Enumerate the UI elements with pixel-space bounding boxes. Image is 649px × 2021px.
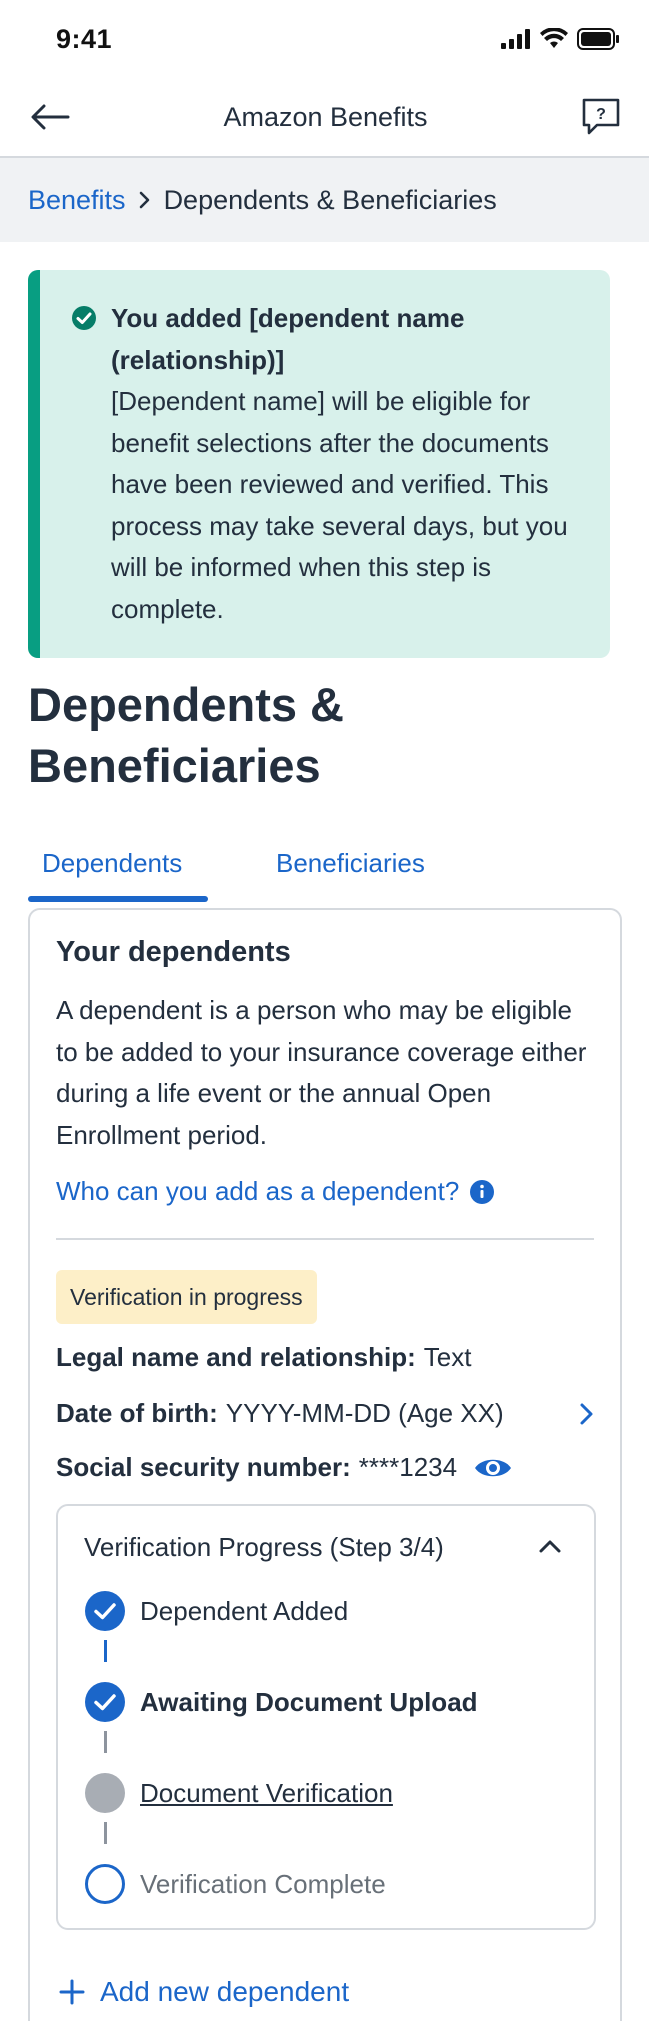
card-title: Your dependents — [56, 936, 291, 968]
chevron-right-icon[interactable] — [576, 1401, 596, 1427]
step-label: Awaiting Document Upload — [140, 1686, 478, 1717]
status-time: 9:41 — [56, 23, 113, 54]
divider — [56, 1238, 594, 1240]
step-dependent-added: Dependent Added — [84, 1590, 348, 1632]
step-connector — [104, 1640, 107, 1662]
name-label: Legal name and relationship: — [56, 1342, 416, 1372]
check-circle-icon — [85, 1682, 125, 1722]
tab-dependents[interactable]: Dependents — [28, 838, 208, 902]
plus-icon — [59, 1979, 85, 2005]
step-connector — [104, 1822, 107, 1844]
step-label: Document Verification — [140, 1777, 393, 1808]
name-field: Legal name and relationship: Text — [56, 1342, 471, 1373]
arrow-left-icon — [31, 104, 70, 130]
status-bar: 9:41 — [0, 0, 649, 78]
current-step-icon — [85, 1773, 125, 1813]
add-dependent-label: Add new dependent — [100, 1976, 350, 2007]
step-connector — [104, 1731, 107, 1753]
breadcrumb-benefits-link[interactable]: Benefits — [28, 185, 126, 216]
success-alert: You added [dependent name (relationship)… — [28, 270, 610, 658]
page-title: Dependents & Beneficiaries — [28, 678, 344, 792]
step-label: Dependent Added — [140, 1595, 349, 1626]
info-icon — [470, 1179, 495, 1204]
wifi-icon — [540, 28, 568, 48]
dob-value: YYYY-MM-DD (Age XX) — [225, 1398, 504, 1428]
question-chat-icon: ? — [582, 98, 620, 135]
tab-beneficiaries[interactable]: Beneficiaries — [262, 838, 439, 902]
ssn-label: Social security number: — [56, 1452, 351, 1482]
status-icons — [501, 28, 619, 50]
step-awaiting-upload: Awaiting Document Upload — [84, 1681, 478, 1723]
tab-bar: Dependents Beneficiaries — [28, 838, 439, 902]
status-badge: Verification in progress — [56, 1270, 317, 1324]
ssn-field: Social security number: ****1234 — [56, 1452, 513, 1483]
step-document-verification[interactable]: Document Verification — [84, 1772, 393, 1814]
svg-text:?: ? — [596, 106, 606, 123]
pending-step-icon — [85, 1864, 125, 1904]
alert-text: You added [dependent name (relationship)… — [111, 298, 591, 630]
step-label: Verification Complete — [140, 1868, 386, 1899]
dependent-info-link[interactable]: Who can you add as a dependent? — [56, 1176, 495, 1207]
breadcrumb: Benefits Dependents & Beneficiaries — [0, 158, 649, 242]
eye-icon[interactable] — [473, 1455, 513, 1481]
battery-icon — [577, 28, 619, 50]
step-verification-complete: Verification Complete — [84, 1863, 386, 1905]
help-chat-button[interactable]: ? — [577, 93, 625, 141]
dob-label: Date of birth: — [56, 1398, 218, 1428]
alert-body: [Dependent name] will be eligible for be… — [111, 386, 568, 624]
alert-accent-bar — [28, 270, 40, 658]
verification-progress-panel: Verification Progress (Step 3/4) Depende… — [56, 1504, 596, 1930]
dependent-info-link-label: Who can you add as a dependent? — [56, 1176, 460, 1206]
verification-progress-title: Verification Progress (Step 3/4) — [84, 1532, 444, 1562]
breadcrumb-current: Dependents & Beneficiaries — [163, 184, 497, 215]
ssn-value: ****1234 — [358, 1452, 458, 1482]
app-title: Amazon Benefits — [223, 101, 428, 132]
signal-icon — [501, 29, 530, 49]
app-header: Amazon Benefits ? — [0, 78, 649, 158]
dob-row[interactable]: Date of birth: YYYY-MM-DD (Age XX) — [56, 1398, 596, 1429]
alert-title: You added [dependent name (relationship)… — [111, 303, 465, 375]
check-circle-icon — [72, 306, 96, 330]
dependents-card: Your dependents A dependent is a person … — [28, 908, 622, 2021]
add-dependent-button[interactable]: Add new dependent — [58, 1976, 349, 2008]
card-description: A dependent is a person who may be eligi… — [56, 995, 587, 1150]
chevron-right-icon — [139, 191, 149, 209]
back-button[interactable] — [26, 93, 74, 141]
name-value: Text — [423, 1342, 472, 1372]
check-circle-icon — [85, 1591, 125, 1631]
chevron-up-icon[interactable] — [538, 1538, 562, 1554]
